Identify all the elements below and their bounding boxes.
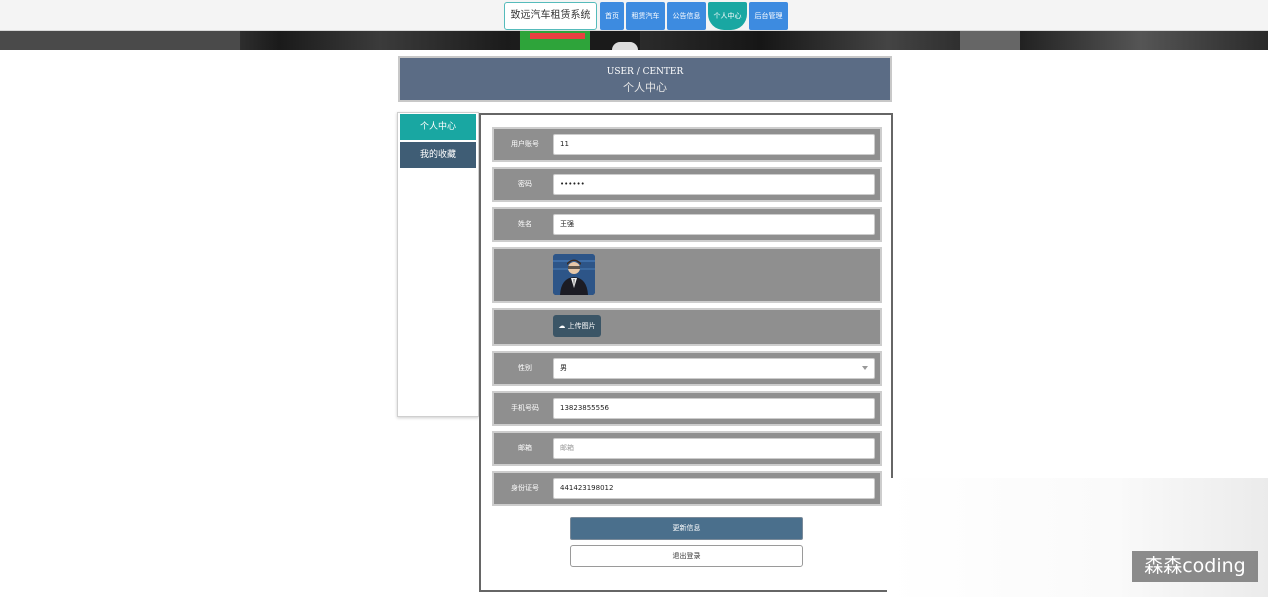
nav-home[interactable]: 首页 xyxy=(600,2,624,30)
nav-user-center[interactable]: 个人中心 xyxy=(708,2,747,30)
form-row-id-card: 身份证号 441423198012 xyxy=(492,471,882,506)
page-title-en: USER / CENTER xyxy=(606,67,684,77)
top-navbar: 致远汽车租赁系统 首页 租赁汽车 公告信息 个人中心 后台管理 xyxy=(0,0,1268,31)
gender-label: 性别 xyxy=(518,364,532,372)
logout-button[interactable]: 退出登录 xyxy=(570,545,803,567)
id-card-field[interactable]: 441423198012 xyxy=(553,478,875,499)
nav-announcements[interactable]: 公告信息 xyxy=(667,2,706,30)
email-field[interactable]: 邮箱 xyxy=(553,438,875,459)
form-row-gender: 性别 男 xyxy=(492,351,882,386)
nav-rent-car[interactable]: 租赁汽车 xyxy=(626,2,665,30)
chevron-down-icon xyxy=(862,366,868,370)
banner-stripe xyxy=(0,30,240,50)
banner-stripe xyxy=(530,33,585,39)
sidebar-item-favorites[interactable]: 我的收藏 xyxy=(400,142,476,168)
phone-field[interactable]: 13823855556 xyxy=(553,398,875,419)
username-field[interactable]: 11 xyxy=(553,134,875,155)
nav-admin[interactable]: 后台管理 xyxy=(749,2,788,30)
name-label: 姓名 xyxy=(518,220,532,228)
form-row-upload: ☁ 上传图片 xyxy=(492,308,882,346)
upload-label: 上传图片 xyxy=(567,322,596,330)
avatar-icon xyxy=(553,254,595,295)
avatar xyxy=(553,254,595,295)
form-row-name: 姓名 王强 xyxy=(492,207,882,242)
password-field[interactable]: •••••• xyxy=(553,174,875,195)
name-field[interactable]: 王强 xyxy=(553,214,875,235)
site-title[interactable]: 致远汽车租赁系统 xyxy=(504,2,597,30)
page-header: USER / CENTER 个人中心 xyxy=(398,56,892,102)
gender-value: 男 xyxy=(560,364,567,372)
email-label: 邮箱 xyxy=(518,444,532,452)
gender-select[interactable]: 男 xyxy=(553,358,875,379)
upload-image-button[interactable]: ☁ 上传图片 xyxy=(553,315,601,337)
sidebar-item-user-center[interactable]: 个人中心 xyxy=(400,114,476,140)
watermark: 森森coding xyxy=(1132,551,1258,582)
update-info-button[interactable]: 更新信息 xyxy=(570,517,803,540)
password-label: 密码 xyxy=(518,180,532,188)
form-row-username: 用户账号 11 xyxy=(492,127,882,162)
form-row-avatar xyxy=(492,247,882,303)
form-row-email: 邮箱 邮箱 xyxy=(492,431,882,466)
form-row-password: 密码 •••••• xyxy=(492,167,882,202)
sidebar: 个人中心 我的收藏 xyxy=(397,112,479,417)
phone-label: 手机号码 xyxy=(511,404,539,412)
banner-stripe xyxy=(960,30,1020,50)
username-label: 用户账号 xyxy=(511,140,539,148)
id-card-label: 身份证号 xyxy=(511,484,539,492)
form-row-phone: 手机号码 13823855556 xyxy=(492,391,882,426)
cloud-upload-icon: ☁ xyxy=(558,322,566,330)
page-title: 个人中心 xyxy=(623,81,667,94)
profile-form: 用户账号 11 密码 •••••• 姓名 王强 ☁ 上传图片 性别 男 手机号码… xyxy=(479,113,893,592)
banner-stripe xyxy=(612,42,638,50)
